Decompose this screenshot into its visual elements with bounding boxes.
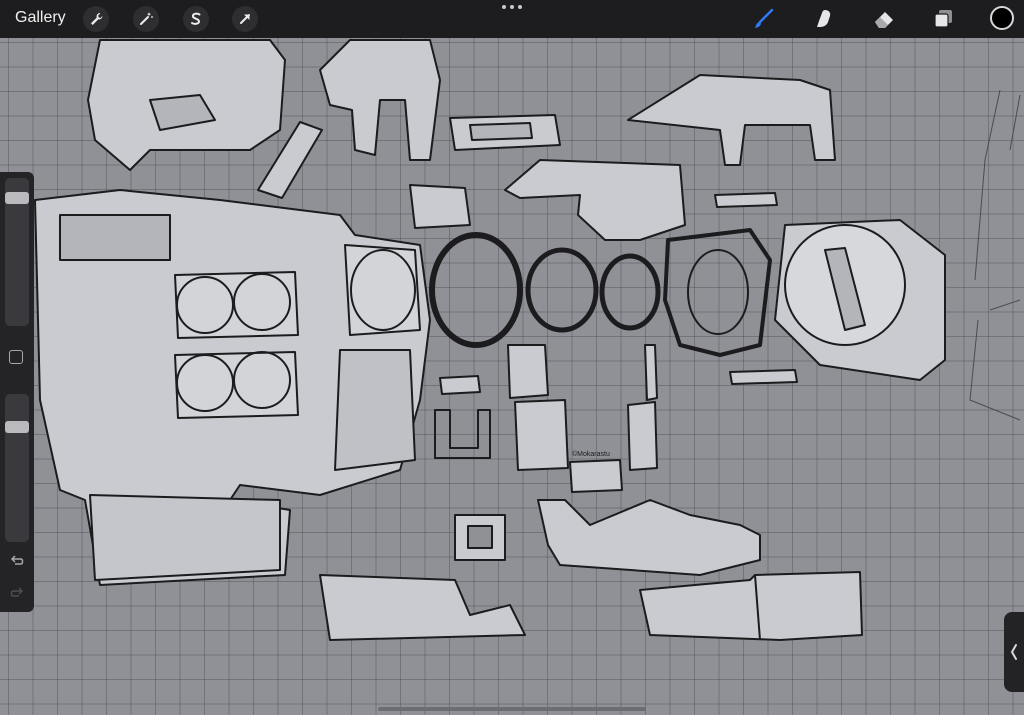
color-picker-button[interactable] xyxy=(990,6,1014,30)
redo-button[interactable] xyxy=(8,584,26,602)
gallery-button[interactable]: Gallery xyxy=(15,9,66,27)
drawing-canvas[interactable]: ©Mokarastu xyxy=(0,38,1024,715)
left-sidebar xyxy=(0,172,34,612)
undo-button[interactable] xyxy=(8,552,26,570)
chevron-left-icon xyxy=(1010,644,1017,660)
collapse-panel-tab[interactable] xyxy=(1004,612,1024,692)
smudge-tool-button[interactable] xyxy=(810,5,838,33)
eraser-icon xyxy=(875,12,893,28)
modify-button[interactable] xyxy=(9,350,23,364)
actions-button[interactable] xyxy=(83,6,109,32)
artist-signature: ©Mokarastu xyxy=(572,450,610,458)
more-options-handle[interactable] xyxy=(502,5,522,13)
home-indicator xyxy=(378,707,646,711)
adjustments-button[interactable] xyxy=(133,6,159,32)
dot-icon xyxy=(502,5,506,9)
opacity-thumb[interactable] xyxy=(5,421,29,433)
brush-size-slider[interactable] xyxy=(5,178,29,326)
opacity-slider[interactable] xyxy=(5,394,29,542)
layers-button[interactable] xyxy=(929,5,957,33)
arrow-cursor-icon xyxy=(240,14,250,24)
smudge-finger-icon xyxy=(817,10,831,27)
magic-wand-icon xyxy=(140,12,153,25)
eraser-tool-button[interactable] xyxy=(870,5,898,33)
dot-icon xyxy=(510,5,514,9)
top-toolbar: Gallery xyxy=(0,0,1024,38)
mech-parts-sketch: ©Mokarastu xyxy=(34,39,1021,641)
transform-button[interactable] xyxy=(232,6,258,32)
brush-icon xyxy=(755,8,774,28)
selection-button[interactable] xyxy=(183,6,209,32)
undo-icon xyxy=(10,555,24,565)
redo-icon xyxy=(10,587,24,597)
brush-tool-button[interactable] xyxy=(750,5,778,33)
wrench-icon xyxy=(91,13,103,25)
dot-icon xyxy=(518,5,522,9)
brush-size-thumb[interactable] xyxy=(5,192,29,204)
layers-icon xyxy=(934,10,952,28)
selection-s-icon xyxy=(191,12,201,25)
